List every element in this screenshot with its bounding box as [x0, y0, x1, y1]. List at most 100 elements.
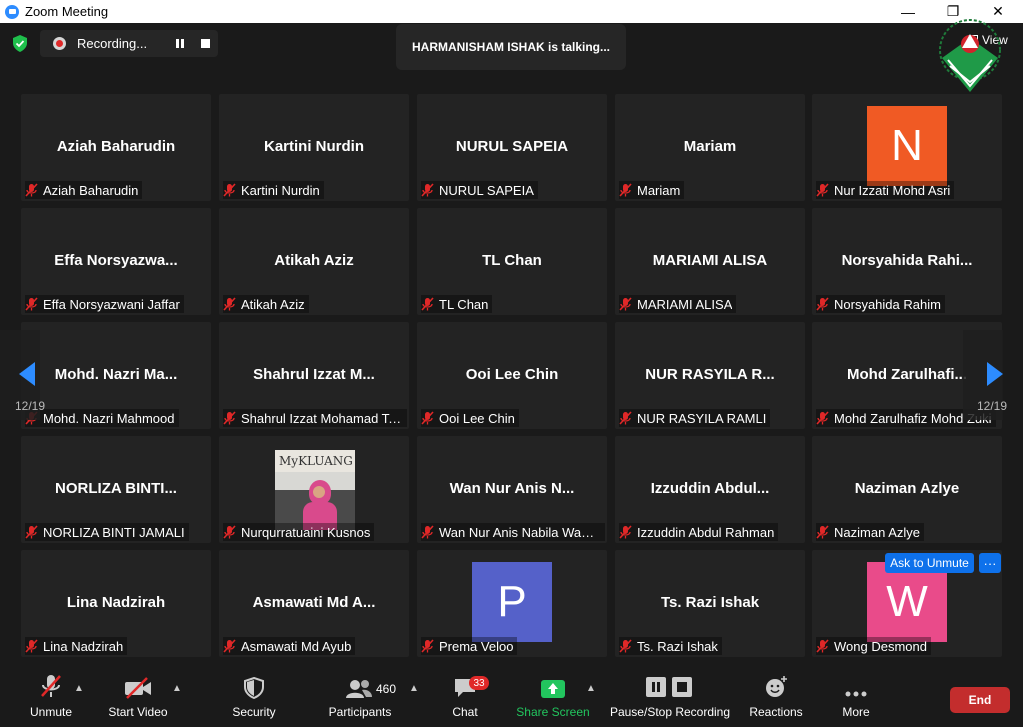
participant-tile[interactable]: NORLIZA BINTI... NORLIZA BINTI JAMALI	[21, 436, 211, 543]
participant-name-tag: Norsyahida Rahim	[816, 295, 945, 313]
pause-recording-icon[interactable]	[176, 39, 184, 48]
audio-options-chevron-icon[interactable]: ▲	[74, 683, 84, 694]
participant-tile[interactable]: Lina Nadzirah Lina Nadzirah	[21, 550, 211, 657]
participant-display-name: Lina Nadzirah	[66, 594, 166, 611]
participant-display-name: Mohd. Nazri Ma...	[54, 366, 178, 383]
participant-name-tag: TL Chan	[421, 295, 493, 313]
participant-count: 460	[376, 682, 397, 696]
page-indicator-left: 12/19	[15, 399, 46, 413]
participant-name-label: Shahrul Izzat Mohamad Te...	[241, 410, 403, 426]
participant-name-label: Ooi Lee Chin	[439, 410, 515, 426]
participant-tile[interactable]: Ooi Lee Chin Ooi Lee Chin	[417, 322, 607, 429]
participants-icon	[346, 680, 372, 698]
participant-name-label: Mariam	[637, 182, 681, 198]
participant-display-name: Atikah Aziz	[274, 252, 354, 269]
participant-name-tag: Ts. Razi Ishak	[619, 637, 722, 655]
share-screen-label: Share Screen	[516, 705, 590, 719]
muted-mic-icon	[25, 297, 38, 311]
video-options-chevron-icon[interactable]: ▲	[172, 683, 182, 694]
participant-display-name: Wan Nur Anis N...	[449, 480, 575, 497]
participant-name-label: Izzuddin Abdul Rahman	[637, 524, 775, 540]
participant-tile[interactable]: P Prema Veloo	[417, 550, 607, 657]
participant-name-tag: Atikah Aziz	[223, 295, 309, 313]
participant-name-tag: Nurqurratuaini Kusnos	[223, 523, 375, 541]
share-screen-button[interactable]: Share Screen	[513, 667, 593, 727]
muted-mic-icon	[619, 297, 632, 311]
participant-tile[interactable]: MARIAMI ALISA MARIAMI ALISA	[615, 208, 805, 315]
start-video-button[interactable]: Start Video	[102, 667, 174, 727]
muted-mic-icon	[421, 411, 434, 425]
participant-tile[interactable]: Aziah Baharudin Aziah Baharudin	[21, 94, 211, 201]
participant-tile[interactable]: Izzuddin Abdul... Izzuddin Abdul Rahman	[615, 436, 805, 543]
participant-name-tag: Aziah Baharudin	[25, 181, 143, 199]
muted-mic-icon	[421, 183, 434, 197]
participants-label: Participants	[328, 705, 392, 719]
participant-name-label: Ts. Razi Ishak	[637, 638, 718, 654]
photo-banner-text: MyKLUANG	[279, 454, 353, 468]
muted-mic-icon	[619, 183, 632, 197]
participant-name-label: Effa Norsyazwani Jaffar	[43, 296, 180, 312]
chat-unread-badge: 33	[469, 676, 489, 690]
participant-name-tag: NURUL SAPEIA	[421, 181, 538, 199]
minimize-button[interactable]: —	[885, 0, 931, 23]
recording-indicator: Recording...	[40, 30, 218, 57]
more-label: More	[842, 705, 870, 719]
participant-display-name: NUR RASYILA R...	[645, 366, 775, 383]
participant-tile[interactable]: Norsyahida Rahi... Norsyahida Rahim	[812, 208, 1002, 315]
participant-tile[interactable]: TL Chan TL Chan	[417, 208, 607, 315]
reactions-button[interactable]: Reactions	[746, 667, 806, 727]
participant-tile[interactable]: Ts. Razi Ishak Ts. Razi Ishak	[615, 550, 805, 657]
participant-tile[interactable]: NUR RASYILA R... NUR RASYILA RAMLI	[615, 322, 805, 429]
participant-tile[interactable]: MyKLUANG Nurqurratuaini Kusnos	[219, 436, 409, 543]
participant-tile[interactable]: Effa Norsyazwa... Effa Norsyazwani Jaffar	[21, 208, 211, 315]
participants-button[interactable]: Participants	[325, 667, 395, 727]
participant-tile[interactable]: N Nur Izzati Mohd Asri	[812, 94, 1002, 201]
muted-mic-icon	[619, 411, 632, 425]
participant-tile[interactable]: Mariam Mariam	[615, 94, 805, 201]
participant-tile[interactable]: Atikah Aziz Atikah Aziz	[219, 208, 409, 315]
participant-photo: MyKLUANG	[275, 450, 355, 530]
participant-tile[interactable]: Naziman Azlye Naziman Azlye	[812, 436, 1002, 543]
participants-options-chevron-icon[interactable]: ▲	[409, 683, 419, 694]
pause-stop-recording-icon	[646, 677, 692, 697]
start-video-label: Start Video	[108, 705, 168, 719]
pause-stop-recording-button[interactable]: Pause/Stop Recording	[607, 667, 733, 727]
security-shield-icon[interactable]	[12, 35, 28, 52]
participant-display-name: Kartini Nurdin	[264, 138, 364, 155]
more-button[interactable]: More	[830, 667, 882, 727]
ask-to-unmute-button[interactable]: Ask to Unmute	[885, 553, 974, 573]
participant-name-label: MARIAMI ALISA	[637, 296, 733, 312]
participant-tile[interactable]: Kartini Nurdin Kartini Nurdin	[219, 94, 409, 201]
end-meeting-button[interactable]: End	[950, 687, 1010, 713]
participant-display-name: NURUL SAPEIA	[455, 138, 569, 155]
organization-logo	[939, 19, 1001, 92]
participant-avatar: W	[867, 562, 947, 642]
share-options-chevron-icon[interactable]: ▲	[586, 683, 596, 694]
participant-name-tag: Lina Nadzirah	[25, 637, 128, 655]
participant-tile[interactable]: Wan Nur Anis N... Wan Nur Anis Nabila Wan…	[417, 436, 607, 543]
participant-name-tag: Nur Izzati Mohd Asri	[816, 181, 955, 199]
participant-tile[interactable]: NURUL SAPEIA NURUL SAPEIA	[417, 94, 607, 201]
pause-stop-recording-label: Pause/Stop Recording	[609, 705, 731, 719]
participant-tile[interactable]: Mohd. Nazri Ma... Mohd. Nazri Mahmood	[21, 322, 211, 429]
muted-mic-icon	[619, 525, 632, 539]
stop-recording-icon[interactable]	[201, 39, 210, 48]
participant-name-label: Asmawati Md Ayub	[241, 638, 352, 654]
muted-mic-icon	[41, 675, 61, 697]
participant-display-name: Mariam	[683, 138, 737, 155]
participant-tile[interactable]: Asmawati Md A... Asmawati Md Ayub	[219, 550, 409, 657]
reactions-label: Reactions	[749, 705, 803, 719]
chat-label: Chat	[452, 705, 478, 719]
participant-name-tag: Naziman Azlye	[816, 523, 924, 541]
page-indicator-right: 12/19	[977, 399, 1008, 413]
muted-mic-icon	[816, 639, 829, 653]
muted-mic-icon	[421, 639, 434, 653]
security-label: Security	[232, 705, 276, 719]
participant-tile[interactable]: Shahrul Izzat M... Shahrul Izzat Mohamad …	[219, 322, 409, 429]
participant-name-tag: NORLIZA BINTI JAMALI	[25, 523, 189, 541]
muted-mic-icon	[816, 411, 829, 425]
security-button[interactable]: Security	[224, 667, 284, 727]
tile-more-options-button[interactable]: ···	[979, 553, 1001, 573]
unmute-button[interactable]: Unmute	[16, 667, 86, 727]
participant-display-name: Asmawati Md A...	[252, 594, 376, 611]
